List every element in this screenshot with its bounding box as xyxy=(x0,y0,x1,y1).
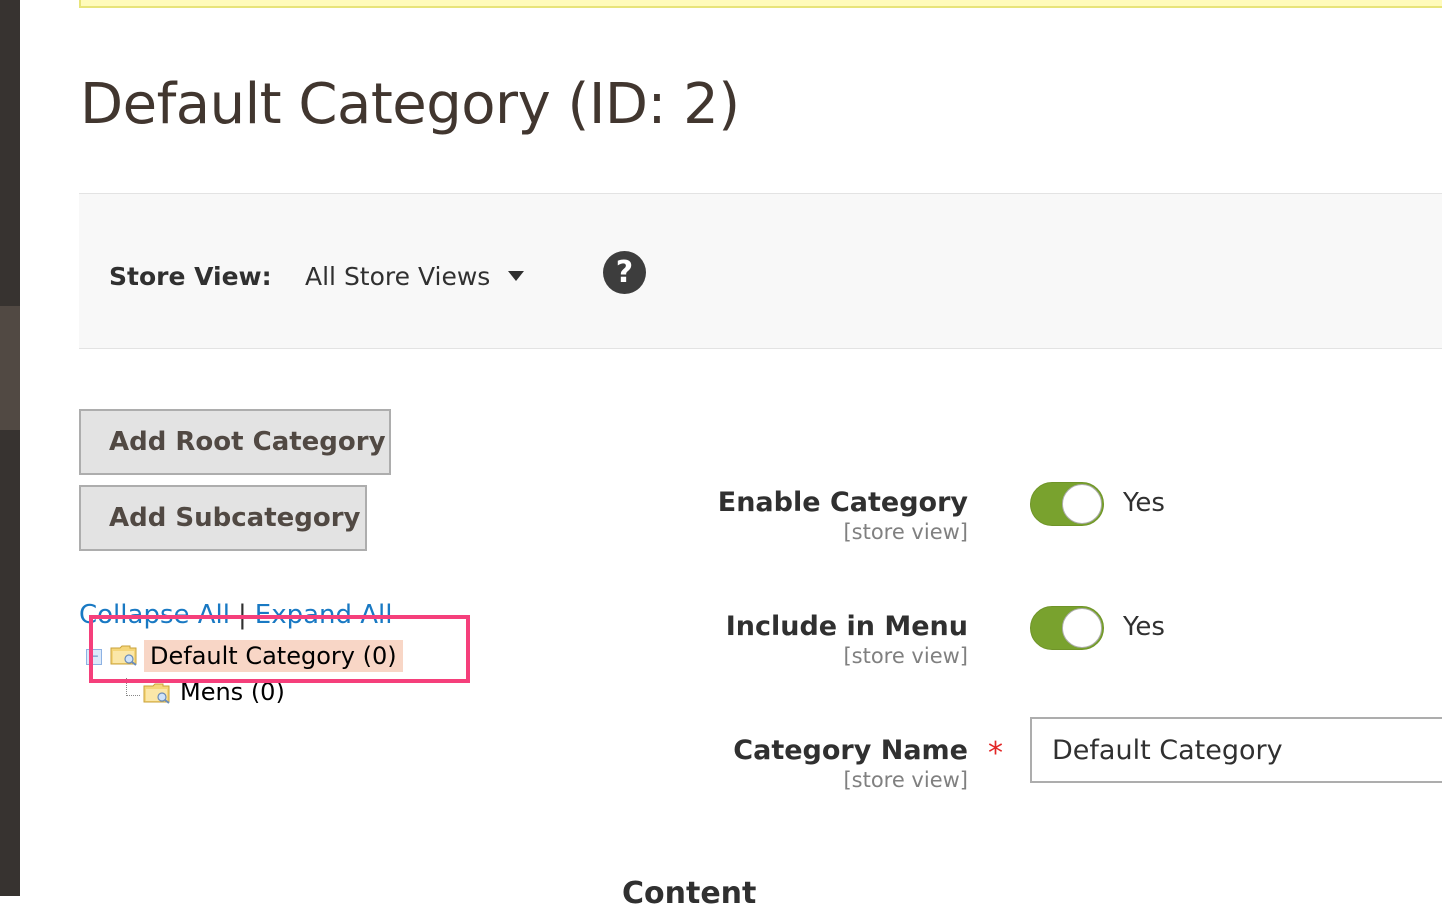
include-in-menu-label: Include in Menu [store view] xyxy=(726,611,968,669)
add-root-category-button[interactable]: Add Root Category xyxy=(79,409,391,475)
toggle-knob xyxy=(1062,608,1102,648)
tree-actions: Collapse All | Expand All xyxy=(79,600,393,630)
category-name-label: Category Name [store view] xyxy=(733,735,968,793)
content-section-title[interactable]: Content xyxy=(622,876,756,911)
enable-category-label: Enable Category [store view] xyxy=(718,487,968,545)
folder-icon xyxy=(110,645,137,666)
category-name-input[interactable] xyxy=(1030,717,1442,783)
tree-collapse-toggle-icon[interactable]: − xyxy=(86,649,102,665)
system-message-bar xyxy=(79,0,1442,8)
enable-category-value: Yes xyxy=(1123,488,1165,518)
store-view-dropdown[interactable]: All Store Views xyxy=(305,262,525,291)
required-indicator: * xyxy=(988,736,1003,771)
include-in-menu-toggle[interactable] xyxy=(1030,606,1104,650)
caret-down-icon xyxy=(508,271,525,281)
field-scope-text: [store view] xyxy=(843,768,968,792)
field-label-text: Enable Category xyxy=(717,487,968,518)
field-scope-text: [store view] xyxy=(843,520,968,544)
add-subcategory-button[interactable]: Add Subcategory xyxy=(79,485,367,551)
field-label-text: Category Name xyxy=(733,735,968,766)
tree-node-label[interactable]: Mens (0) xyxy=(180,678,285,706)
page-title: Default Category (ID: 2) xyxy=(80,72,740,137)
include-in-menu-value: Yes xyxy=(1123,612,1165,642)
admin-sidebar-active-marker xyxy=(0,306,20,430)
collapse-all-link[interactable]: Collapse All xyxy=(79,600,230,630)
admin-sidebar-strip xyxy=(0,0,20,896)
tree-node-label[interactable]: Default Category (0) xyxy=(144,640,403,672)
tree-connector-line xyxy=(126,678,140,696)
store-switcher-panel: Store View: All Store Views ? xyxy=(79,193,1442,349)
question-circle-icon[interactable]: ? xyxy=(603,251,646,294)
expand-all-link[interactable]: Expand All xyxy=(255,600,393,630)
store-view-selected-value: All Store Views xyxy=(305,262,491,291)
toggle-knob xyxy=(1062,484,1102,524)
enable-category-toggle[interactable] xyxy=(1030,482,1104,526)
folder-icon xyxy=(143,683,170,704)
field-label-text: Include in Menu xyxy=(725,611,968,642)
tree-actions-separator: | xyxy=(238,600,247,630)
store-view-label: Store View: xyxy=(109,262,272,291)
field-scope-text: [store view] xyxy=(843,644,968,668)
